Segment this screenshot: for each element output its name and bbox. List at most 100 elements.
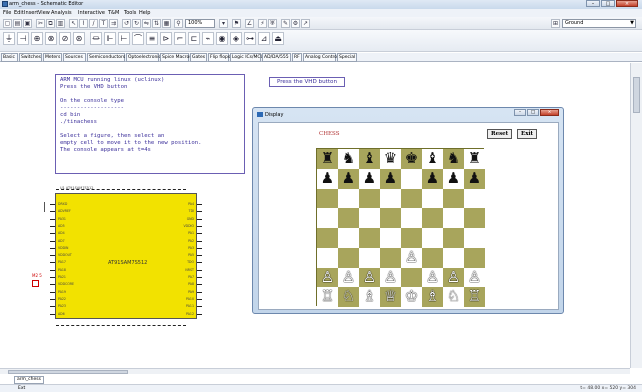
pcb-icon[interactable]: ⚙ <box>291 19 300 28</box>
chess-empty-square[interactable] <box>443 188 464 209</box>
chess-piece-square[interactable]: ♟ <box>464 168 485 189</box>
tab-meters[interactable]: Meters <box>43 53 62 62</box>
display-maximize-button[interactable]: □ <box>527 109 539 116</box>
diode-icon[interactable]: ⊳ <box>160 32 172 45</box>
vhd-icon[interactable]: ♅ <box>268 19 277 28</box>
chess-empty-square[interactable] <box>443 228 464 248</box>
chess-empty-square[interactable] <box>380 208 401 228</box>
chess-piece-square[interactable]: ♚ <box>401 149 422 169</box>
flip-icon[interactable]: ⇅ <box>152 19 161 28</box>
tab-ad-da-555[interactable]: AD/DA/555 <box>262 53 291 62</box>
jumper-icon[interactable]: ⌁ <box>202 32 214 45</box>
wire-icon[interactable]: ⌇ <box>79 19 88 28</box>
chess-empty-square[interactable] <box>317 208 338 228</box>
chess-empty-square[interactable] <box>422 208 443 228</box>
led-icon[interactable]: ◈ <box>230 32 242 45</box>
bus-icon[interactable]: ⇉ <box>109 19 118 28</box>
ground-component-icon[interactable]: ⏚ <box>3 32 15 45</box>
line-icon[interactable]: / <box>89 19 98 28</box>
chess-piece-square[interactable]: ♖ <box>317 287 338 307</box>
chess-piece-square[interactable]: ♙ <box>422 267 443 288</box>
chess-empty-square[interactable] <box>338 208 359 228</box>
menu-item-analysis[interactable]: Analysis <box>51 10 72 16</box>
chess-empty-square[interactable] <box>317 247 338 268</box>
chess-piece-square[interactable]: ♙ <box>317 267 338 288</box>
chess-piece-square[interactable]: ♗ <box>359 287 380 307</box>
chess-piece-square[interactable]: ♘ <box>443 287 464 307</box>
chess-empty-square[interactable] <box>338 188 359 209</box>
exit-button[interactable]: Exit <box>517 129 538 139</box>
chess-empty-square[interactable] <box>401 267 422 288</box>
inductor-icon[interactable]: ⊢ <box>118 32 130 45</box>
opamp-icon[interactable]: ⊿ <box>258 32 270 45</box>
chess-piece-square[interactable]: ♜ <box>464 149 485 169</box>
chess-piece-square[interactable]: ♛ <box>380 149 401 169</box>
capacitor-icon[interactable]: ⊩ <box>104 32 116 45</box>
chess-piece-square[interactable]: ♟ <box>338 168 359 189</box>
tab-semiconductors[interactable]: Semiconductors <box>87 53 125 62</box>
chess-piece-square[interactable]: ♞ <box>443 149 464 169</box>
simulate-icon[interactable]: ⚡ <box>258 19 267 28</box>
display-close-button[interactable]: × <box>540 109 559 116</box>
menu-item-t-m[interactable]: T&M <box>108 10 119 16</box>
vertical-scroll-thumb[interactable] <box>633 77 640 113</box>
sheet-tab[interactable]: arm_chess <box>14 376 44 384</box>
minimize-button[interactable]: – <box>586 0 600 7</box>
meter-icon[interactable]: ⊘ <box>59 32 71 45</box>
chess-empty-square[interactable] <box>359 247 380 268</box>
chess-piece-square[interactable]: ♜ <box>317 149 338 169</box>
menu-item-interactive[interactable]: Interactive <box>78 10 105 16</box>
measure-icon[interactable]: ∠ <box>245 19 254 28</box>
tab-spice-macros[interactable]: Spice Macros <box>160 53 192 62</box>
chess-empty-square[interactable] <box>422 247 443 268</box>
menu-item-help[interactable]: Help <box>139 10 150 16</box>
connector-icon[interactable]: ⊏ <box>188 32 200 45</box>
tab-flip-flops[interactable]: Flip flops <box>208 53 230 62</box>
text-icon[interactable]: T <box>99 19 108 28</box>
chess-piece-square[interactable]: ♙ <box>359 267 380 288</box>
open-icon[interactable]: ▤ <box>13 19 22 28</box>
mcu-chip-area[interactable]: AT91SAM7S512 DRXD ADVREF PA31 AD5 AD4 AD7 VDDI… <box>38 184 204 332</box>
component-library-icon[interactable]: ⊞ <box>551 19 560 28</box>
tab-sources[interactable]: Sources <box>63 53 86 62</box>
chess-piece-square[interactable]: ♙ <box>338 267 359 288</box>
chess-piece-square[interactable]: ♟ <box>422 168 443 189</box>
pointer-icon[interactable]: ↖ <box>69 19 78 28</box>
new-icon[interactable]: ▢ <box>3 19 12 28</box>
display-window[interactable]: Display – □ × CHESS Reset Exit ♜ ♞ ♝ ♛ ♚ ♝ ♞ ♜ ♟… <box>252 107 564 314</box>
tab-basic[interactable]: Basic <box>1 53 18 62</box>
chess-piece-square[interactable]: ♟ <box>359 168 380 189</box>
vhd-button-label[interactable]: Press the VHD button <box>269 77 345 87</box>
component-select[interactable]: Ground ▼ <box>562 19 636 28</box>
chess-piece-square[interactable]: ♟ <box>380 168 401 189</box>
menu-item-tools[interactable]: Tools <box>124 10 136 16</box>
chess-empty-square[interactable] <box>422 188 443 209</box>
chess-empty-square[interactable] <box>317 228 338 248</box>
relay-icon[interactable]: ⊶ <box>244 32 256 45</box>
menu-item-file[interactable]: File <box>3 10 11 16</box>
chess-piece-square[interactable]: ♙ <box>401 247 422 268</box>
chess-piece-square[interactable]: ♟ <box>317 168 338 189</box>
chess-piece-square[interactable]: ♙ <box>380 267 401 288</box>
chess-empty-square[interactable] <box>401 208 422 228</box>
run-icon[interactable]: ↗ <box>301 19 310 28</box>
copy-icon[interactable]: ⧉ <box>46 19 55 28</box>
tab-switches[interactable]: Switches <box>19 53 42 62</box>
analysis-icon[interactable]: ✎ <box>281 19 290 28</box>
maximize-button[interactable]: □ <box>601 0 615 7</box>
battery-component-icon[interactable]: ⊣ <box>17 32 29 45</box>
menu-item-insert[interactable]: Insert <box>24 10 38 16</box>
light-bulb-icon[interactable]: ◉ <box>216 32 228 45</box>
chess-empty-square[interactable] <box>338 247 359 268</box>
resistor-icon[interactable]: ⏛ <box>90 32 102 45</box>
menu-item-view[interactable]: View <box>38 10 50 16</box>
ammeter-icon[interactable]: ⊛ <box>73 32 85 45</box>
chess-piece-square[interactable]: ♞ <box>338 149 359 169</box>
mirror-icon[interactable]: ⇋ <box>142 19 151 28</box>
coil-icon[interactable]: ⌒ <box>132 32 144 45</box>
chess-empty-square[interactable] <box>380 228 401 248</box>
chess-empty-square[interactable] <box>443 247 464 268</box>
chess-piece-square[interactable]: ♙ <box>464 267 485 288</box>
chess-empty-square[interactable] <box>338 228 359 248</box>
cut-icon[interactable]: ✂ <box>36 19 45 28</box>
